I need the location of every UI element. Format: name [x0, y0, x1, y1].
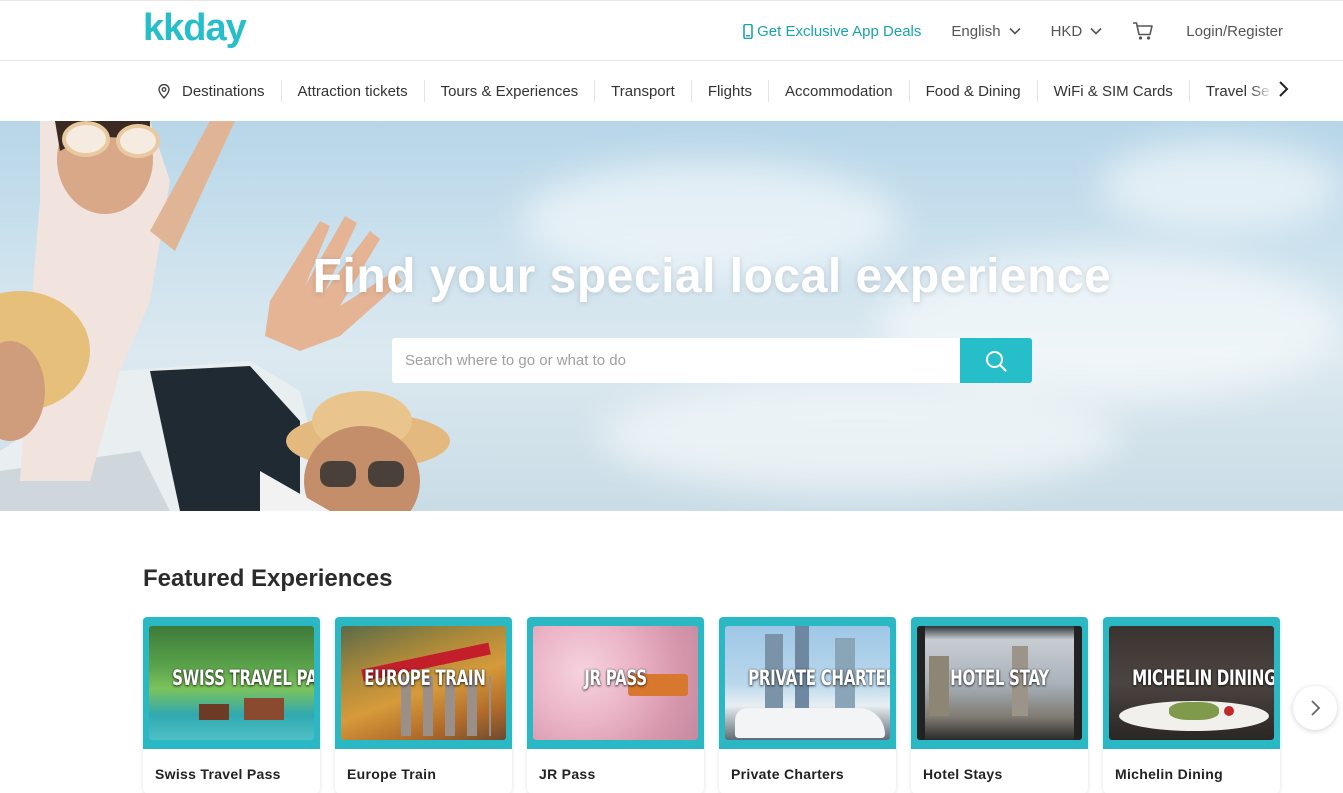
cart-button[interactable] [1132, 21, 1154, 41]
featured-card-michelin-dining[interactable]: MICHELIN DINING Michelin Dining [1103, 617, 1280, 793]
cloud-shape [600, 381, 1120, 491]
cart-icon [1133, 22, 1154, 40]
card-image: SWISS TRAVEL PASS [149, 626, 314, 740]
card-title: JR Pass [539, 766, 596, 782]
location-pin-icon [158, 83, 170, 99]
card-image-frame: JR PASS [527, 617, 704, 749]
card-image: MICHELIN DINING [1109, 626, 1274, 740]
category-flights[interactable]: Flights [690, 80, 768, 102]
card-title: Swiss Travel Pass [155, 766, 281, 782]
card-image-frame: MICHELIN DINING [1103, 617, 1280, 749]
featured-card-private-charter[interactable]: PRIVATE CHARTER Private Charters [719, 617, 896, 793]
card-image-frame: SWISS TRAVEL PASS [143, 617, 320, 749]
card-image-label: SWISS TRAVEL PASS [172, 666, 314, 690]
category-attraction-tickets[interactable]: Attraction tickets [280, 80, 424, 102]
hero-banner: Find your special local experience [0, 121, 1343, 511]
hero-title: Find your special local experience [312, 250, 1112, 303]
card-title: Hotel Stays [923, 766, 1003, 782]
currency-label: HKD [1050, 22, 1083, 40]
category-nav: Destinations Attraction tickets Tours & … [0, 61, 1343, 121]
category-wifi-sim[interactable]: WiFi & SIM Cards [1036, 80, 1189, 102]
card-title: Michelin Dining [1115, 766, 1223, 782]
header-links: Get Exclusive App Deals English HKD Logi… [743, 1, 1283, 61]
featured-scroll-right-button[interactable] [1293, 686, 1337, 730]
language-selector[interactable]: English [951, 22, 1021, 40]
featured-card-hotel-stay[interactable]: HOTEL STAY Hotel Stays [911, 617, 1088, 793]
card-image: EUROPE TRAIN [341, 626, 506, 740]
language-label: English [951, 22, 1001, 40]
category-label: Food & Dining [925, 82, 1021, 100]
chevron-down-icon [1009, 27, 1021, 35]
search-input[interactable] [392, 338, 960, 383]
app-deals-label: Get Exclusive App Deals [757, 22, 922, 40]
card-image: JR PASS [533, 626, 698, 740]
card-title: Private Charters [731, 766, 844, 782]
featured-card-jr-pass[interactable]: JR PASS JR Pass [527, 617, 704, 793]
category-transport[interactable]: Transport [594, 80, 691, 102]
card-image: HOTEL STAY [917, 626, 1082, 740]
featured-cards: SWISS TRAVEL PASS Swiss Travel Pass EURO… [143, 617, 1283, 793]
category-label: WiFi & SIM Cards [1053, 82, 1173, 100]
category-list: Destinations Attraction tickets Tours & … [158, 61, 1292, 121]
kkday-logo[interactable]: kkday [143, 10, 247, 54]
login-register-link[interactable]: Login/Register [1186, 23, 1283, 40]
featured-title: Featured Experiences [143, 565, 393, 592]
featured-card-europe-train[interactable]: EUROPE TRAIN Europe Train [335, 617, 512, 793]
category-label: Accommodation [785, 82, 893, 100]
category-label: Tours & Experiences [440, 82, 579, 100]
chevron-down-icon [1090, 27, 1102, 35]
phone-icon [743, 23, 753, 39]
chevron-right-icon [1311, 700, 1321, 716]
search-button[interactable] [960, 338, 1032, 383]
category-label: Transport [611, 82, 675, 100]
category-label: Attraction tickets [297, 82, 408, 100]
hero-photo-people [0, 121, 450, 511]
card-image: PRIVATE CHARTER [725, 626, 890, 740]
category-accommodation[interactable]: Accommodation [768, 80, 909, 102]
category-scroll-right-icon[interactable] [1276, 80, 1290, 98]
category-label: Destinations [182, 82, 265, 100]
card-image-frame: PRIVATE CHARTER [719, 617, 896, 749]
category-destinations[interactable]: Destinations [158, 80, 281, 102]
featured-card-swiss-travel-pass[interactable]: SWISS TRAVEL PASS Swiss Travel Pass [143, 617, 320, 793]
app-deals-link[interactable]: Get Exclusive App Deals [743, 23, 921, 40]
currency-selector[interactable]: HKD [1051, 23, 1103, 40]
category-label: Flights [707, 82, 752, 100]
card-image-label: MICHELIN DINING [1132, 666, 1274, 690]
cloud-shape [1100, 141, 1340, 231]
card-image-label: JR PASS [584, 666, 647, 690]
card-image-label: EUROPE TRAIN [364, 666, 486, 690]
svg-text:kkday: kkday [143, 10, 247, 49]
search-icon [986, 350, 1007, 372]
top-header: kkday Get Exclusive App Deals English HK… [0, 0, 1343, 61]
category-tours-experiences[interactable]: Tours & Experiences [423, 80, 595, 102]
search-bar [392, 338, 1032, 383]
card-image-label: HOTEL STAY [950, 666, 1049, 690]
card-image-frame: EUROPE TRAIN [335, 617, 512, 749]
card-image-label: PRIVATE CHARTER [748, 666, 890, 690]
card-title: Europe Train [347, 766, 437, 782]
card-image-frame: HOTEL STAY [911, 617, 1088, 749]
category-food-dining[interactable]: Food & Dining [908, 80, 1037, 102]
